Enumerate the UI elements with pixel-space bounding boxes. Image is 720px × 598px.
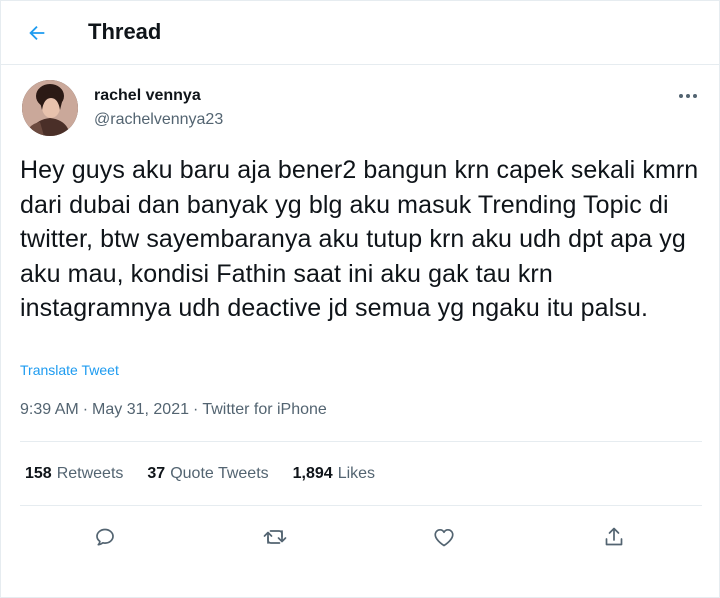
reply-button[interactable] [85, 517, 125, 557]
divider [20, 441, 702, 442]
meta-separator: · [192, 401, 199, 418]
likes-stat[interactable]: 1,894 Likes [293, 465, 375, 483]
like-button[interactable] [424, 517, 464, 557]
retweet-button[interactable] [255, 517, 295, 557]
display-name[interactable]: rachel vennya [94, 87, 201, 105]
tweet-source[interactable]: Twitter for iPhone [202, 401, 327, 418]
tweet-date[interactable]: May 31, 2021 [92, 401, 189, 418]
user-handle[interactable]: @rachelvennya23 [94, 111, 223, 129]
retweets-stat[interactable]: 158 Retweets [25, 465, 123, 483]
translate-tweet-link[interactable]: Translate Tweet [20, 362, 119, 378]
avatar[interactable] [22, 80, 78, 136]
share-button[interactable] [594, 517, 634, 557]
quote-tweets-stat[interactable]: 37 Quote Tweets [147, 465, 268, 483]
like-icon [434, 528, 454, 547]
arrow-left-icon [29, 25, 45, 41]
retweets-count: 158 [25, 465, 52, 482]
retweets-label: Retweets [56, 465, 124, 482]
quotes-label: Quote Tweets [170, 465, 269, 482]
tweet-stats: 158 Retweets 37 Quote Tweets 1,894 Likes [25, 465, 375, 483]
share-icon [605, 527, 623, 546]
meta-separator: · [82, 401, 89, 418]
thread-header: Thread [0, 0, 720, 65]
retweet-icon [263, 530, 287, 544]
avatar-image [22, 80, 78, 136]
page-title: Thread [88, 19, 162, 44]
likes-count: 1,894 [292, 465, 333, 482]
more-button[interactable] [672, 84, 704, 108]
tweet-time[interactable]: 9:39 AM [20, 401, 79, 418]
likes-label: Likes [337, 465, 376, 482]
quotes-count: 37 [147, 465, 166, 482]
tweet-actions [0, 517, 720, 557]
reply-icon [96, 528, 114, 546]
back-button[interactable] [20, 16, 54, 50]
tweet-text: Hey guys aku baru aja bener2 bangun krn … [20, 156, 699, 322]
tweet-meta: 9:39 AM · May 31, 2021 · Twitter for iPhone [20, 401, 327, 419]
more-horizontal-icon [679, 94, 697, 98]
divider [20, 505, 702, 506]
